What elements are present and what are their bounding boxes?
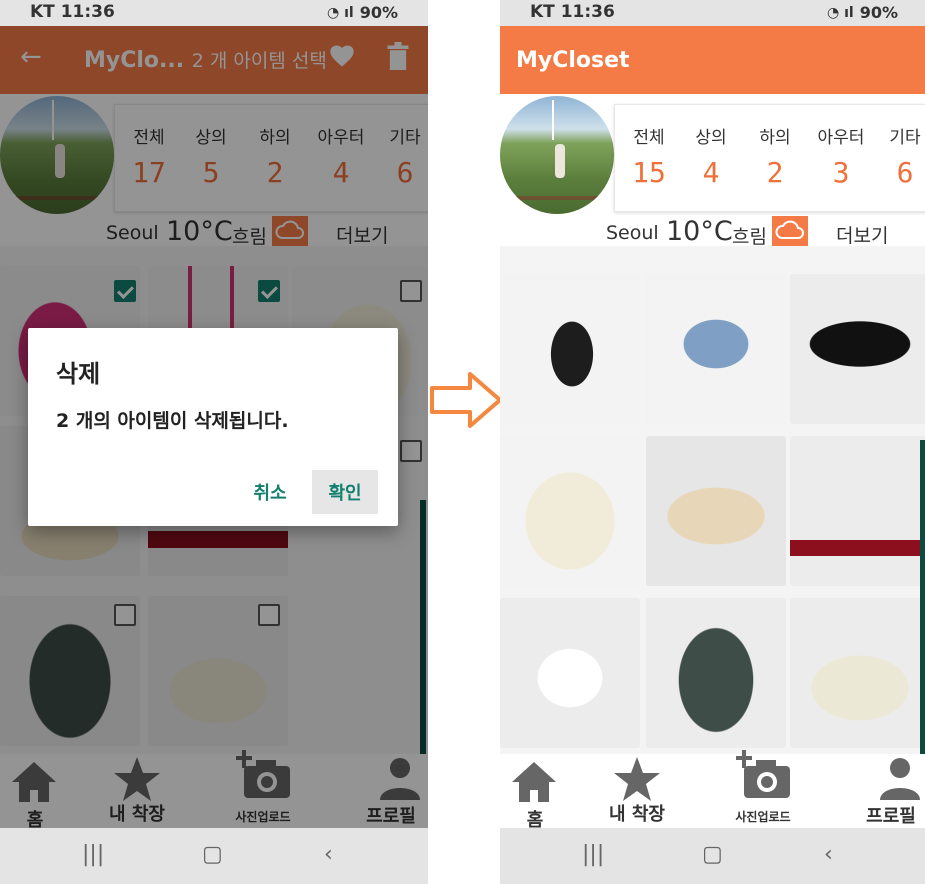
clothing-item[interactable] [790,598,925,748]
clothing-item[interactable] [500,274,640,424]
nav-upload[interactable]: 사진업로드 [718,750,808,828]
fence [508,196,604,200]
cancel-button[interactable]: 취소 [238,470,302,514]
star-icon [614,757,660,801]
person-icon [880,758,920,800]
clothing-item[interactable] [646,274,786,424]
wind-turbine [552,100,554,140]
delete-dialog: 삭제 2 개의 아이템이 삭제됩니다. 취소 확인 [28,328,398,526]
confirm-button[interactable]: 확인 [312,470,378,514]
category-label: 상의 [695,128,727,148]
nav-upload-label: 사진업로드 [735,810,791,824]
system-nav-bar: ||| ▢ ‹ [500,828,925,884]
nav-profile-label: 프로필 [866,806,916,827]
clothing-item[interactable] [646,436,786,586]
home-circle-icon[interactable]: ▢ [202,842,223,867]
phone-after: KT 11:36 ◔ ıl 90% MyCloset 전체 15 상의 4 하의 2 … [500,0,925,884]
system-icons: ◔ ıl 90% [327,3,398,22]
category-all[interactable]: 전체 15 [619,123,679,189]
dark-blazer-image [646,598,786,748]
clothing-item[interactable] [790,436,925,586]
category-count: 2 [766,156,784,189]
status-bar: KT 11:36 ◔ ıl 90% [0,0,428,26]
status-bar: KT 11:36 ◔ ıl 90% [500,0,925,26]
weather-city: Seoul [606,222,659,244]
wifi-icon: ◔ ıl [327,4,354,21]
arrow-right-icon [430,372,502,428]
clothing-item[interactable] [790,274,925,424]
category-label: 아우터 [817,128,865,148]
system-nav-bar: ||| ▢ ‹ [0,828,428,884]
back-chevron-icon[interactable]: ‹ [324,842,333,867]
app-bar: MyCloset [500,26,925,94]
category-label: 하의 [759,128,791,148]
category-count: 4 [702,156,720,189]
system-icons: ◔ ıl 90% [827,3,898,22]
category-count: 15 [632,156,666,189]
black-camisole-image [500,274,640,424]
profile-photo[interactable] [500,96,614,214]
denim-shorts-image [646,274,786,424]
scrollbar-thumb[interactable] [920,440,925,754]
home-icon [512,762,556,802]
category-tops[interactable]: 상의 4 [681,123,741,189]
nav-profile[interactable]: 프로필 [846,754,925,828]
category-label: 기타 [889,128,921,148]
clothing-grid [500,246,925,754]
person-figure [555,144,565,178]
recent-apps-icon[interactable]: ||| [582,842,604,867]
category-etc[interactable]: 기타 6 [875,123,925,189]
category-label: 전체 [633,128,665,148]
weather-row: Seoul 10°C 흐림 더보기 [500,216,925,250]
dialog-message: 2 개의 아이템이 삭제됩니다. [56,410,289,432]
category-summary: 전체 15 상의 4 하의 2 아우터 3 기타 6 [614,104,925,212]
category-bottoms[interactable]: 하의 2 [745,123,805,189]
app-title: MyCloset [516,48,630,73]
category-count: 3 [832,156,850,189]
nav-closet[interactable]: 내 착장 [592,754,682,828]
carrier-time: KT 11:36 [530,2,615,22]
wifi-icon: ◔ ıl [827,4,854,21]
mule-sandal-image [790,598,925,748]
camera-add-icon [736,750,790,798]
category-outer[interactable]: 아우터 3 [811,123,871,189]
recent-apps-icon[interactable]: ||| [82,842,104,867]
nav-closet-label: 내 착장 [609,804,665,825]
category-count: 6 [896,156,914,189]
weather-condition: 흐림 [732,226,767,248]
cloud-icon [772,216,808,248]
dialog-title: 삭제 [56,360,101,388]
carrier-time: KT 11:36 [30,2,115,22]
more-link[interactable]: 더보기 [836,221,888,248]
clothing-item[interactable] [500,598,640,748]
clothing-item[interactable] [500,436,640,586]
sneakers-image [646,436,786,586]
profile-row: 전체 15 상의 4 하의 2 아우터 3 기타 6 Seoul 10°C 흐림 더보기 [500,96,925,248]
bottom-nav: 홈 내 착장 사진업로드 프로필 [500,750,925,831]
white-tshirt-image [500,598,640,748]
home-circle-icon[interactable]: ▢ [702,842,723,867]
phone-before: KT 11:36 ◔ ıl 90% ← MyClo... 2 개 아이템 선택 … [0,0,428,884]
nav-home[interactable]: 홈 [500,754,580,831]
weather-temperature: 10°C [666,216,733,247]
clothing-item[interactable] [646,598,786,748]
hoodie-image [500,436,640,586]
comparison-canvas: KT 11:36 ◔ ıl 90% ← MyClo... 2 개 아이템 선택 … [0,0,925,884]
battery-level: 90% [359,3,398,22]
black-mules-image [790,274,925,424]
belt-image [790,436,925,586]
back-chevron-icon[interactable]: ‹ [824,842,833,867]
battery-level: 90% [859,3,898,22]
